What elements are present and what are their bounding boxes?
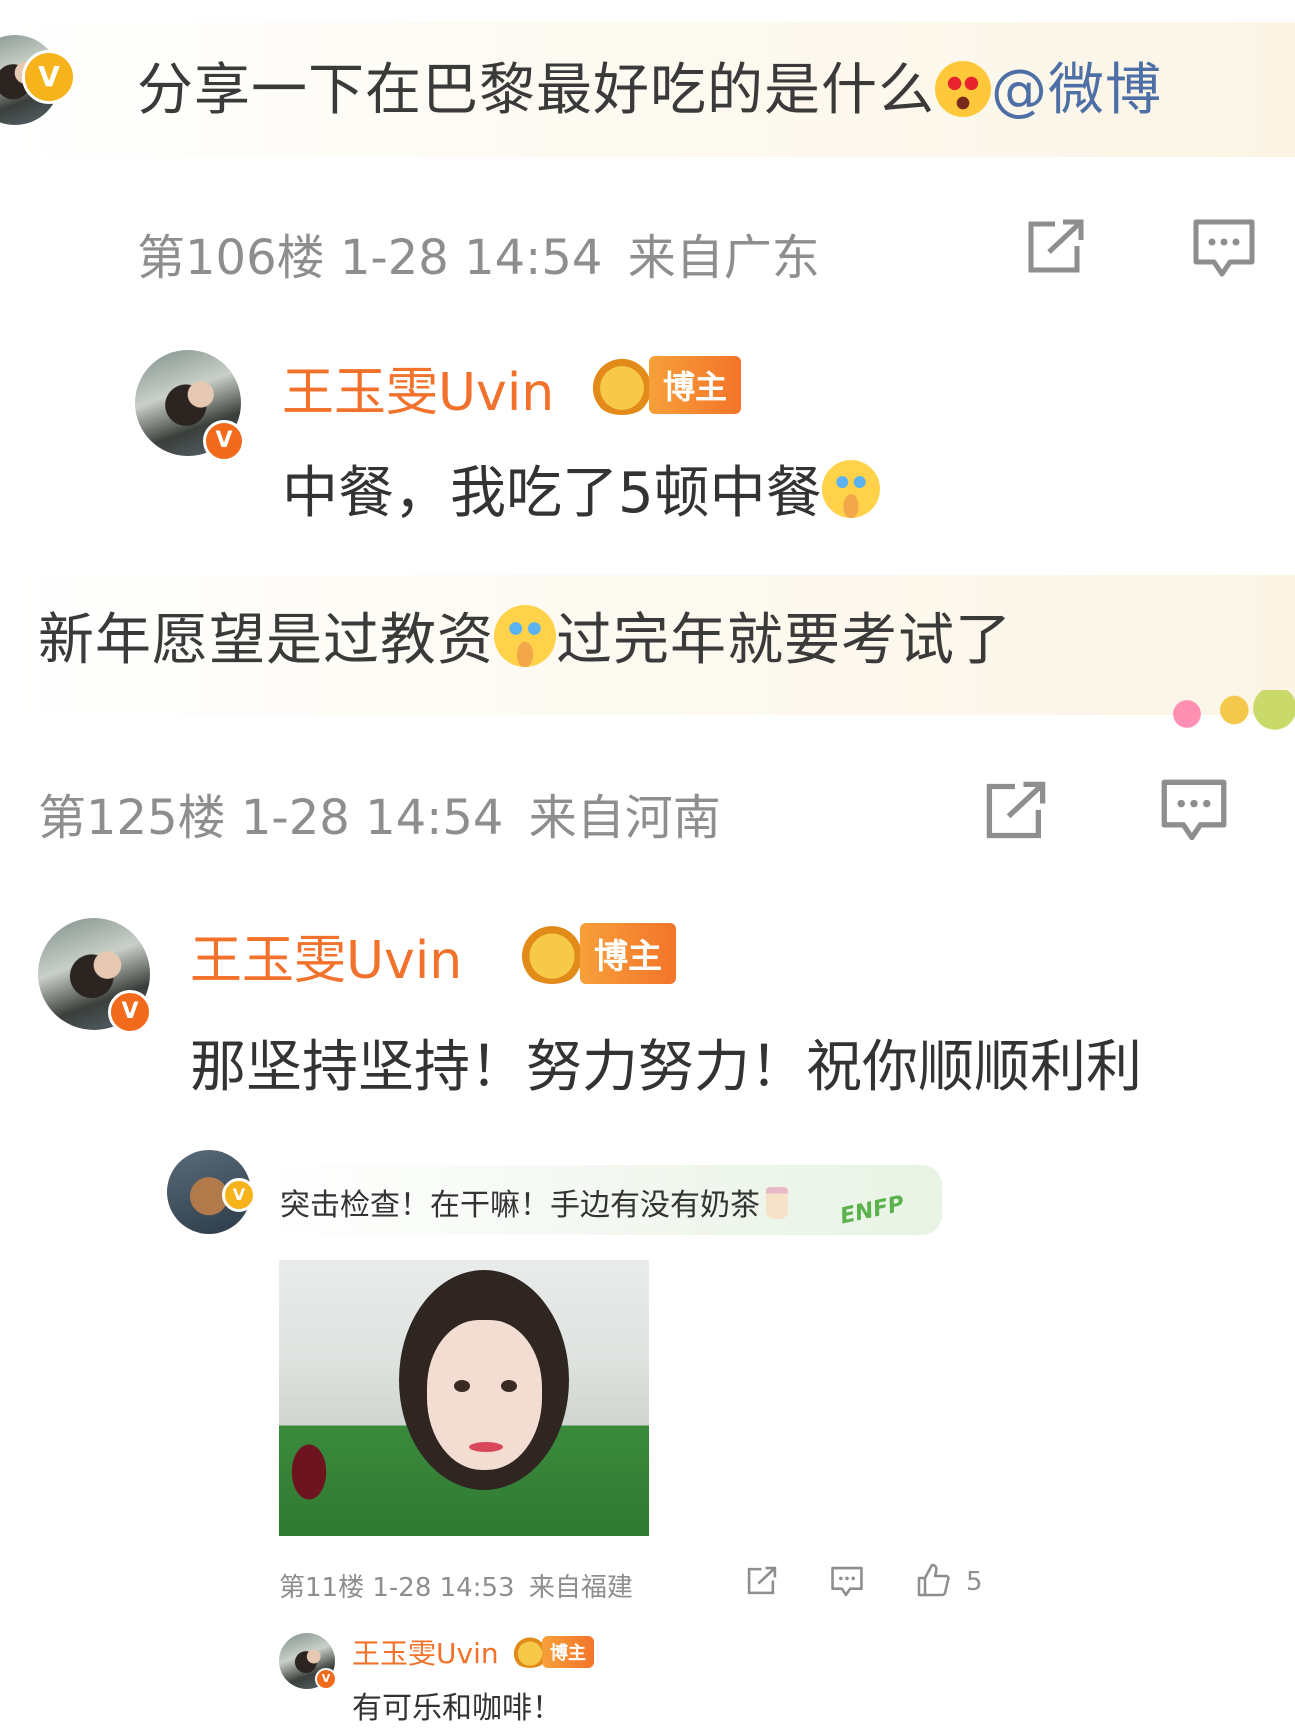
crown-icon	[587, 355, 657, 415]
verified-badge-icon: V	[108, 990, 152, 1034]
reply-text: 那坚持坚持！努力努力！祝你顺顺利利	[190, 1035, 1142, 1100]
comment-text: 新年愿望是过教资 过完年就要考试了	[38, 595, 1012, 676]
comment-image[interactable]	[279, 1260, 649, 1536]
verified-badge-icon: V	[22, 50, 76, 104]
decoration-sticker	[1160, 690, 1295, 730]
post-location: 来自河南	[528, 790, 721, 846]
crying-emoji-icon	[821, 460, 880, 518]
floor-meta: 第125楼 1-28 14:54 来自河南	[38, 778, 721, 848]
floor-number: 第125楼	[38, 790, 226, 846]
verified-badge-icon: V	[315, 1668, 337, 1690]
post-location: 来自福建	[528, 1573, 633, 1603]
like-icon[interactable]	[915, 1562, 951, 1598]
floor-number: 第11楼	[279, 1573, 365, 1603]
share-icon[interactable]	[983, 780, 1049, 842]
comment-text: 分享一下在巴黎最好吃的是什么 @微博	[137, 58, 1162, 123]
verified-badge-icon: V	[203, 420, 245, 462]
heart-eyes-emoji-icon	[935, 61, 991, 117]
blogger-badge: 博主	[510, 1636, 594, 1668]
verified-badge-icon: V	[222, 1178, 256, 1212]
comment-icon[interactable]	[830, 1566, 864, 1598]
mention-link[interactable]: @微博	[991, 58, 1162, 123]
author-name[interactable]: 王玉雯Uvin	[282, 350, 554, 425]
reply-text: 有可乐和咖啡！	[352, 1691, 562, 1726]
post-time: 1-28 14:53	[372, 1573, 515, 1603]
reply-text: 中餐，我吃了5顿中餐	[282, 448, 880, 529]
post-location: 来自广东	[627, 230, 820, 286]
comment-icon[interactable]	[1160, 778, 1228, 844]
post-time: 1-28 14:54	[339, 230, 603, 286]
milk-tea-icon	[766, 1187, 788, 1219]
blogger-badge: 博主	[587, 355, 742, 415]
crying-emoji-icon	[494, 605, 556, 667]
author-name[interactable]: 王玉雯Uvin	[352, 1632, 499, 1672]
floor-meta: 第11楼 1-28 14:53 来自福建	[279, 1567, 633, 1604]
floor-number: 第106楼	[137, 230, 325, 286]
share-icon[interactable]	[1025, 218, 1087, 276]
blogger-badge: 博主	[516, 922, 676, 984]
share-icon[interactable]	[746, 1566, 778, 1596]
post-time: 1-28 14:54	[240, 790, 504, 846]
comment-icon[interactable]	[1192, 218, 1256, 280]
floor-meta: 第106楼 1-28 14:54 来自广东	[137, 218, 820, 288]
comment-text: 突击检查！在干嘛！手边有没有奶茶	[280, 1180, 788, 1224]
author-name[interactable]: 王玉雯Uvin	[190, 918, 462, 993]
like-count: 5	[966, 1567, 983, 1597]
crown-icon	[516, 922, 588, 984]
